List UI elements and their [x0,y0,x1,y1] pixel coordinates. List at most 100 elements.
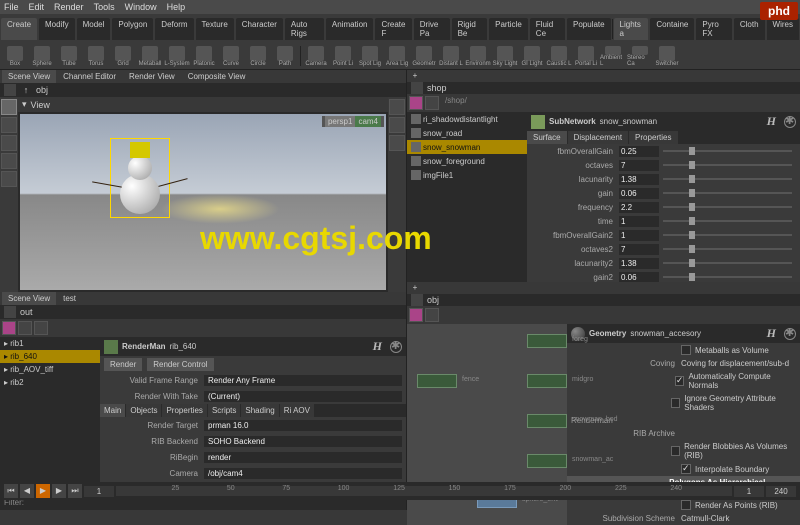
param-value[interactable]: 1.38 [619,174,659,185]
checkbox[interactable] [671,398,680,408]
obj-path[interactable]: obj [427,295,439,305]
node[interactable] [527,374,567,388]
shelf-item-box[interactable]: Box [2,46,28,67]
shop-tree[interactable]: ri_shadowdistantlightsnow_roadsnow_snowm… [407,112,527,282]
param-tab[interactable]: Surface [527,131,567,144]
gear-icon[interactable] [390,341,402,353]
shelf-tab[interactable]: Pyro FX [696,18,732,40]
prev-frame-button[interactable]: ◀ [20,484,34,498]
shelf-tab[interactable]: Lights a [614,18,649,40]
first-frame-button[interactable]: ⏮ [4,484,18,498]
shelf-item-torus[interactable]: Torus [83,46,109,67]
slider[interactable] [663,234,792,236]
shelf-item-portal li[interactable]: Portal Li [573,46,599,67]
shelf-item-camera[interactable]: Camera [303,46,329,67]
shelf-tab[interactable]: Particle [489,18,528,40]
slider[interactable] [663,206,792,208]
checkbox[interactable] [675,376,685,386]
param-tab[interactable]: Main [100,404,125,417]
checkbox[interactable] [681,500,691,510]
home-icon[interactable] [411,294,423,306]
layout-icon[interactable] [409,308,423,322]
param-tab[interactable]: Objects [126,404,161,417]
slider[interactable] [663,178,792,180]
shelf-tab[interactable]: Polygon [112,18,153,40]
shelf-tab[interactable]: Containe [650,18,694,40]
shelf-item-circle[interactable]: Circle [245,46,271,67]
tab-composite-view[interactable]: Composite View [182,70,252,83]
select-tool[interactable] [1,99,17,115]
list-icon[interactable] [18,321,32,335]
param-field[interactable]: Coving for displacement/sub-d [681,359,789,368]
list-icon[interactable] [425,96,439,110]
shelf-tab[interactable]: Rigid Be [452,18,488,40]
node[interactable] [527,414,567,428]
slider[interactable] [663,220,792,222]
disp-tool-2[interactable] [389,117,405,133]
tree-item[interactable]: ▸ rib_640 [0,350,100,363]
param-field[interactable]: prman 16.0 [204,420,402,431]
menu-help[interactable]: Help [167,2,186,12]
checkbox[interactable] [681,345,691,355]
param-field[interactable]: render [204,452,402,463]
render-button[interactable]: Render [104,358,142,371]
list-icon[interactable] [425,308,439,322]
shelf-tab[interactable]: Character [236,18,283,40]
node[interactable] [527,334,567,348]
home-icon[interactable] [4,306,16,318]
shelf-tab[interactable]: Auto Rigs [285,18,324,40]
houdini-help-icon[interactable]: H [369,339,386,354]
next-frame-button[interactable]: ▶ [52,484,66,498]
param-field[interactable]: (Current) [204,391,402,402]
shop-path[interactable]: shop [427,83,447,93]
node-name-field[interactable]: rib_640 [170,342,250,351]
tree-item[interactable]: snow_snowman [407,140,527,154]
tab-sceneview2[interactable]: Scene View [2,292,56,305]
houdini-help-icon[interactable]: H [763,326,780,341]
slider[interactable] [663,164,792,166]
param-field[interactable]: Catmull-Clark [681,514,729,523]
param-value[interactable]: 1.38 [619,258,659,269]
shelf-item-tube[interactable]: Tube [56,46,82,67]
current-frame[interactable]: 1 [84,486,114,497]
shelf-item-caustic l[interactable]: Caustic L [546,46,572,67]
tree-item[interactable]: snow_foreground [407,154,527,168]
disp-tool-3[interactable] [389,135,405,151]
shelf-item-path[interactable]: Path [272,46,298,67]
path-field[interactable]: obj [36,85,48,95]
tree-item[interactable]: ▸ rib1 [0,337,100,350]
tree-item[interactable]: ▸ rib_AOV_tiff [0,363,100,376]
shelf-item-stereo ca[interactable]: Stereo Ca [627,46,653,67]
shelf-item-distant l[interactable]: Distant L [438,46,464,67]
shelf-tab[interactable]: Modify [39,18,75,40]
param-tab[interactable]: Shading [241,404,278,417]
shelf-item-sky light[interactable]: Sky Light [492,46,518,67]
menu-window[interactable]: Window [125,2,157,12]
shelf-item-point li[interactable]: Point Li [330,46,356,67]
param-value[interactable]: 1 [619,230,659,241]
shelf-tab[interactable]: Model [77,18,111,40]
param-value[interactable]: 2.2 [619,202,659,213]
geom-node-name[interactable]: snowman_accesory [630,329,730,338]
param-value[interactable]: 1 [619,216,659,227]
menu-render[interactable]: Render [54,2,84,12]
slider[interactable] [663,248,792,250]
shelf-item-switcher[interactable]: Switcher [654,46,680,67]
lasso-tool[interactable] [1,171,17,187]
shelf-tab[interactable]: Cloth [734,18,765,40]
render-control-button[interactable]: Render Control [147,358,213,371]
shelf-item-sphere[interactable]: Sphere [29,46,55,67]
param-tab[interactable]: Properties [629,131,677,144]
node[interactable] [527,454,567,468]
shop-node-name[interactable]: snow_snowman [600,117,690,126]
shelf-item-l-system[interactable]: L-System [164,46,190,67]
out-tree[interactable]: ▸ rib1▸ rib_640▸ rib_AOV_tiff▸ rib2 [0,337,100,497]
param-tab[interactable]: Displacement [568,131,628,144]
camera-selector[interactable]: persp1cam4 [322,116,384,127]
timeline[interactable]: ⏮ ◀ ▶ ▶ ⏭ 1 255075100125150175200225240 … [0,482,800,500]
checkbox[interactable] [671,446,680,456]
slider[interactable] [663,150,792,152]
param-value[interactable]: 0.06 [619,272,659,283]
shelf-tab[interactable]: Populate [567,18,611,40]
tab-test[interactable]: test [57,292,82,305]
